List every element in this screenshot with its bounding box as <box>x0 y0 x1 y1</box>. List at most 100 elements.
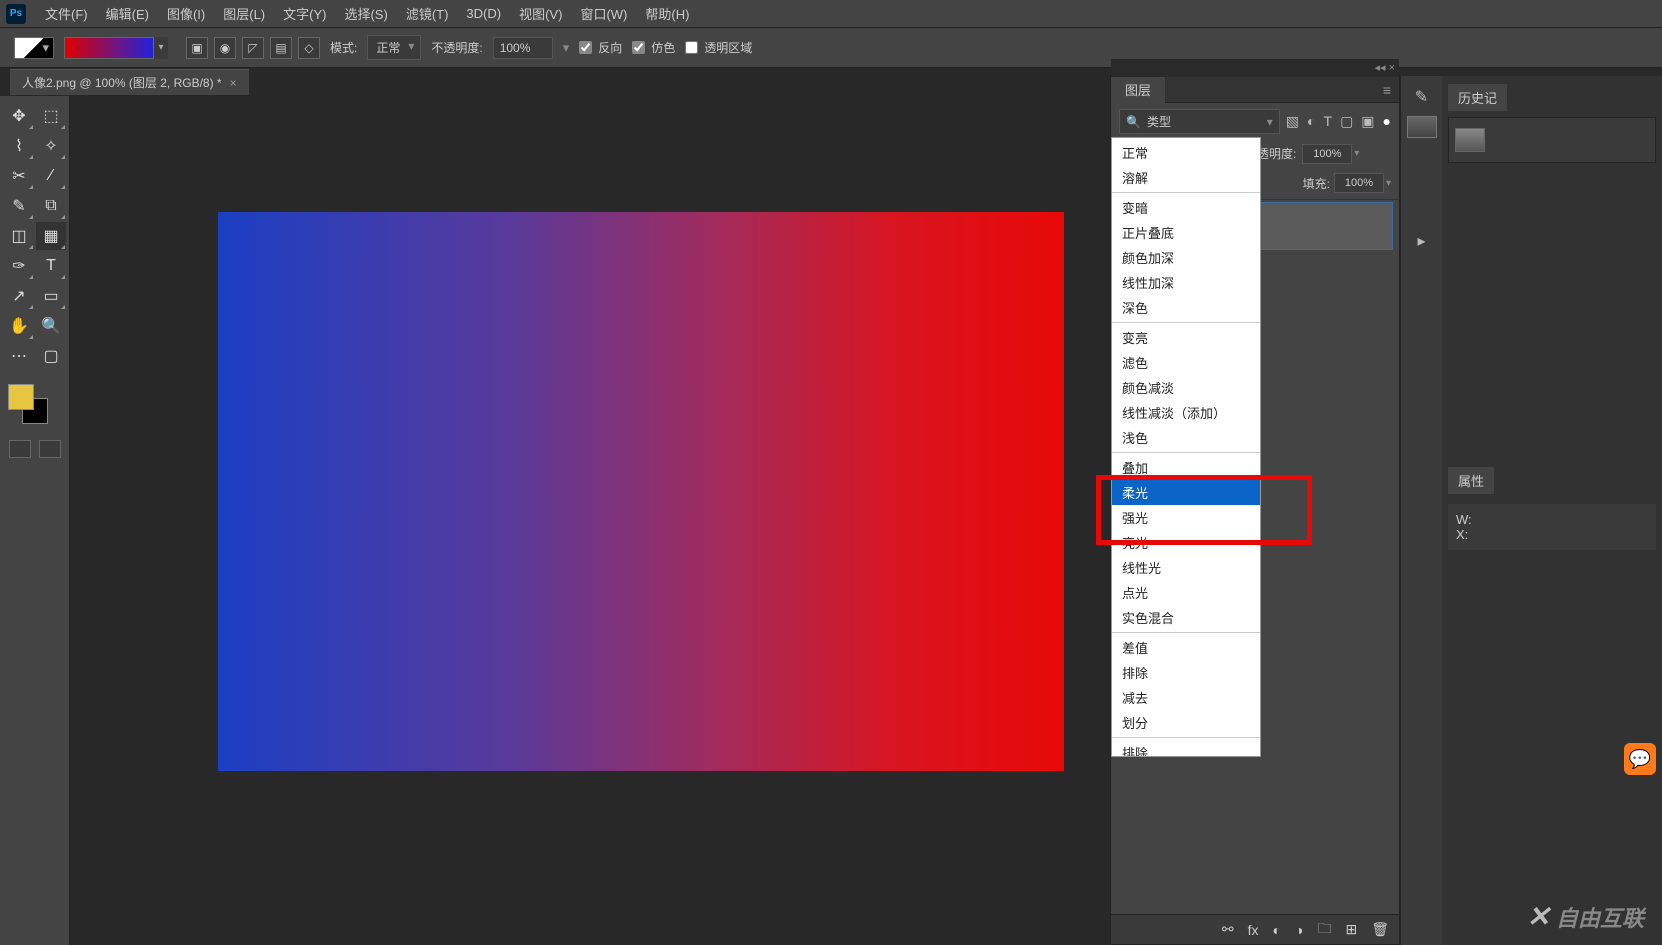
filter-adjust-icon[interactable]: ◐ <box>1307 113 1315 130</box>
blend-lineardodge[interactable]: 线性减淡（添加） <box>1112 400 1260 425</box>
blend-linearburn[interactable]: 线性加深 <box>1112 270 1260 295</box>
brush-panel-icon[interactable]: ✎ <box>1407 82 1437 112</box>
filter-pixel-icon[interactable]: ▧ <box>1286 113 1299 130</box>
blend-difference[interactable]: 差值 <box>1112 635 1260 660</box>
eyedropper-tool[interactable]: ⁄ <box>36 162 66 190</box>
gradient-angle-icon[interactable]: ◸ <box>242 37 264 59</box>
foreground-color[interactable] <box>8 384 34 410</box>
type-tool[interactable]: T <box>36 252 66 280</box>
path-tool[interactable]: ↗ <box>4 282 34 310</box>
fill-input[interactable]: 100% <box>1334 173 1384 193</box>
lasso-tool[interactable]: ⌇ <box>4 132 34 160</box>
screenmode-icon[interactable] <box>39 440 61 458</box>
layers-tab[interactable]: 图层 <box>1111 76 1165 103</box>
filter-shape-icon[interactable]: ▢ <box>1340 113 1353 130</box>
canvas[interactable] <box>218 212 1064 771</box>
blend-multiply[interactable]: 正片叠底 <box>1112 220 1260 245</box>
menu-view[interactable]: 视图(V) <box>510 4 571 23</box>
blend-softlight[interactable]: 柔光 <box>1112 480 1260 505</box>
pen-tool[interactable]: ✑ <box>4 252 34 280</box>
quickmask-icon[interactable] <box>9 440 31 458</box>
eraser-tool[interactable]: ◫ <box>4 222 34 250</box>
blend-colordodge[interactable]: 颜色减淡 <box>1112 375 1260 400</box>
blend-exclusion[interactable]: 排除 <box>1112 660 1260 685</box>
menu-3d[interactable]: 3D(D) <box>457 6 510 21</box>
brush-tool[interactable]: ✎ <box>4 192 34 220</box>
transparency-checkbox[interactable]: 透明区域 <box>685 39 752 56</box>
opacity-input[interactable]: 100% <box>493 37 553 59</box>
gradient-reflected-icon[interactable]: ▤ <box>270 37 292 59</box>
new-layer-icon[interactable]: ⊞ <box>1345 921 1357 938</box>
hand-tool[interactable]: ✋ <box>4 312 34 340</box>
layer-opacity-input[interactable]: 100% <box>1302 144 1352 164</box>
mode-select[interactable]: 正常 <box>367 35 421 60</box>
artboard-tool[interactable]: ▢ <box>36 342 66 370</box>
blend-overlay[interactable]: 叠加 <box>1112 455 1260 480</box>
mini-thumb[interactable] <box>1407 116 1437 138</box>
edit-toolbar[interactable]: ⋯ <box>4 342 34 370</box>
link-layers-icon[interactable]: ⚯ <box>1222 921 1234 938</box>
move-tool[interactable]: ✥ <box>4 102 34 130</box>
dither-checkbox[interactable]: 仿色 <box>632 39 675 56</box>
history-row[interactable] <box>1448 117 1656 163</box>
blend-exclusion2[interactable]: 排除 <box>1112 740 1260 757</box>
new-group-icon[interactable]: 🗀 <box>1317 918 1331 942</box>
blend-screen[interactable]: 滤色 <box>1112 350 1260 375</box>
blend-hardlight[interactable]: 强光 <box>1112 505 1260 530</box>
filter-smart-icon[interactable]: ▣ <box>1361 113 1374 130</box>
close-tab-icon[interactable]: × <box>230 76 237 90</box>
magic-wand-tool[interactable]: ✧ <box>36 132 66 160</box>
reverse-checkbox[interactable]: 反向 <box>579 39 622 56</box>
menu-image[interactable]: 图像(I) <box>158 4 214 23</box>
layer-filter-type[interactable]: 🔍类型 <box>1119 109 1280 134</box>
menu-text[interactable]: 文字(Y) <box>274 4 335 23</box>
menu-filter[interactable]: 滤镜(T) <box>397 4 458 23</box>
blend-linearlight[interactable]: 线性光 <box>1112 555 1260 580</box>
shape-tool[interactable]: ▭ <box>36 282 66 310</box>
chat-bubble-icon[interactable]: 💬 <box>1624 743 1656 775</box>
menu-file[interactable]: 文件(F) <box>36 4 97 23</box>
history-tab[interactable]: 历史记 <box>1448 84 1507 111</box>
marquee-tool[interactable]: ⬚ <box>36 102 66 130</box>
blend-dissolve[interactable]: 溶解 <box>1112 165 1260 190</box>
layer-mask-icon[interactable]: ◐ <box>1273 922 1281 938</box>
blend-lightercolor[interactable]: 浅色 <box>1112 425 1260 450</box>
menu-help[interactable]: 帮助(H) <box>636 4 698 23</box>
gradient-dropdown[interactable]: ▾ <box>154 37 168 59</box>
clone-tool[interactable]: ⧉ <box>36 192 66 220</box>
properties-tab[interactable]: 属性 <box>1448 467 1494 494</box>
gradient-diamond-icon[interactable]: ◇ <box>298 37 320 59</box>
gradient-radial-icon[interactable]: ◉ <box>214 37 236 59</box>
blend-vividlight[interactable]: 亮光 <box>1112 530 1260 555</box>
blend-divide[interactable]: 划分 <box>1112 710 1260 735</box>
document-tab[interactable]: 人像2.png @ 100% (图层 2, RGB/8) * × <box>10 69 249 95</box>
blend-normal[interactable]: 正常 <box>1112 140 1260 165</box>
zoom-tool[interactable]: 🔍 <box>36 312 66 340</box>
layer-fx-icon[interactable]: fx <box>1248 922 1259 938</box>
blend-pinlight[interactable]: 点光 <box>1112 580 1260 605</box>
mini-expand-icon[interactable]: ▸ <box>1407 226 1437 256</box>
gradient-tool[interactable]: ▦ <box>36 222 66 250</box>
blend-lighten[interactable]: 变亮 <box>1112 325 1260 350</box>
color-wells[interactable] <box>4 380 66 430</box>
filter-toggle-icon[interactable]: ● <box>1383 113 1391 130</box>
crop-tool[interactable]: ✂ <box>4 162 34 190</box>
menu-edit[interactable]: 编辑(E) <box>97 4 158 23</box>
blend-darkercolor[interactable]: 深色 <box>1112 295 1260 320</box>
blend-colorburn[interactable]: 颜色加深 <box>1112 245 1260 270</box>
gradient-linear-icon[interactable]: ▣ <box>186 37 208 59</box>
adjustment-layer-icon[interactable]: ◑ <box>1295 922 1303 938</box>
menu-layer[interactable]: 图层(L) <box>214 4 274 23</box>
menu-select[interactable]: 选择(S) <box>335 4 396 23</box>
delete-layer-icon[interactable]: 🗑 <box>1371 921 1389 938</box>
panel-menu-icon[interactable]: ≡ <box>1375 82 1399 98</box>
blend-hardmix[interactable]: 实色混合 <box>1112 605 1260 630</box>
blend-mode-dropdown[interactable]: 正常 溶解 变暗 正片叠底 颜色加深 线性加深 深色 变亮 滤色 颜色减淡 线性… <box>1111 137 1261 757</box>
gradient-preview[interactable] <box>64 37 154 59</box>
panel-collapse-icon[interactable]: ◂◂ × <box>1374 61 1395 74</box>
blend-darken[interactable]: 变暗 <box>1112 195 1260 220</box>
menu-window[interactable]: 窗口(W) <box>571 4 636 23</box>
filter-type-icon[interactable]: T <box>1324 113 1333 130</box>
tool-preset-picker[interactable] <box>14 37 54 59</box>
blend-subtract[interactable]: 减去 <box>1112 685 1260 710</box>
